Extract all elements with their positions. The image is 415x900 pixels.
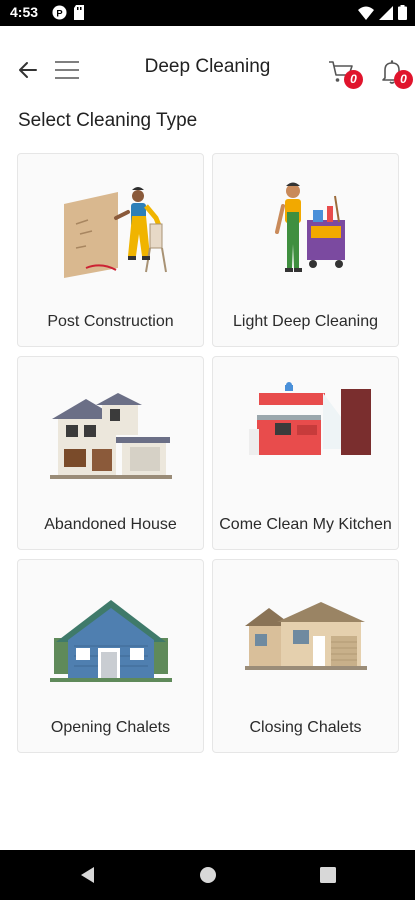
card-label: Abandoned House: [44, 516, 177, 533]
arrow-left-icon[interactable]: [16, 58, 40, 82]
cleaning-type-card-opening-chalets[interactable]: Opening Chalets: [17, 559, 204, 753]
card-label: Opening Chalets: [50, 719, 171, 736]
signal-icon: [379, 5, 393, 20]
cleaner-with-cart-illustration: [275, 182, 345, 272]
cleaning-type-card-kitchen[interactable]: Come Clean My Kitchen: [212, 356, 399, 550]
wifi-icon: [358, 6, 374, 20]
cleaning-type-card-light-deep-cleaning[interactable]: Light Deep Cleaning: [212, 153, 399, 347]
status-icons-right: [358, 5, 407, 20]
status-icons-left: P: [52, 5, 85, 20]
blue-chalet-illustration: [50, 600, 172, 682]
notification-icon: P: [52, 5, 67, 20]
back-triangle-icon[interactable]: [76, 863, 100, 887]
status-time: 4:53: [10, 4, 39, 20]
worker-painting-wall-illustration: [64, 187, 167, 278]
home-circle-icon[interactable]: [196, 863, 220, 887]
abandoned-house-illustration: [50, 393, 172, 479]
cleaning-type-card-post-construction[interactable]: Post Construction: [17, 153, 204, 347]
kitchen-illustration: [249, 382, 371, 455]
app-bar: Deep Cleaning 0 0: [0, 26, 415, 110]
system-nav-bar: [0, 850, 415, 900]
card-label: Post Construction: [47, 313, 174, 330]
svg-text:P: P: [56, 8, 62, 18]
card-label: Closing Chalets: [249, 719, 362, 736]
recents-square-icon[interactable]: [316, 863, 340, 887]
card-label: Light Deep Cleaning: [233, 313, 378, 330]
card-label: Come Clean My Kitchen: [219, 516, 392, 533]
hamburger-menu-icon[interactable]: [54, 59, 80, 81]
section-title: Select Cleaning Type: [18, 110, 198, 131]
sd-card-icon: [74, 5, 84, 20]
battery-icon: [398, 5, 407, 20]
cart-count-badge: 0: [344, 70, 363, 89]
beige-house-illustration: [245, 602, 367, 670]
cleaning-type-card-abandoned-house[interactable]: Abandoned House: [17, 356, 204, 550]
notification-count-badge: 0: [394, 70, 413, 89]
cleaning-type-grid: Post Construction Light Deep Cleaning Ab…: [17, 153, 399, 753]
cleaning-type-card-closing-chalets[interactable]: Closing Chalets: [212, 559, 399, 753]
status-bar: 4:53 P: [0, 0, 415, 26]
